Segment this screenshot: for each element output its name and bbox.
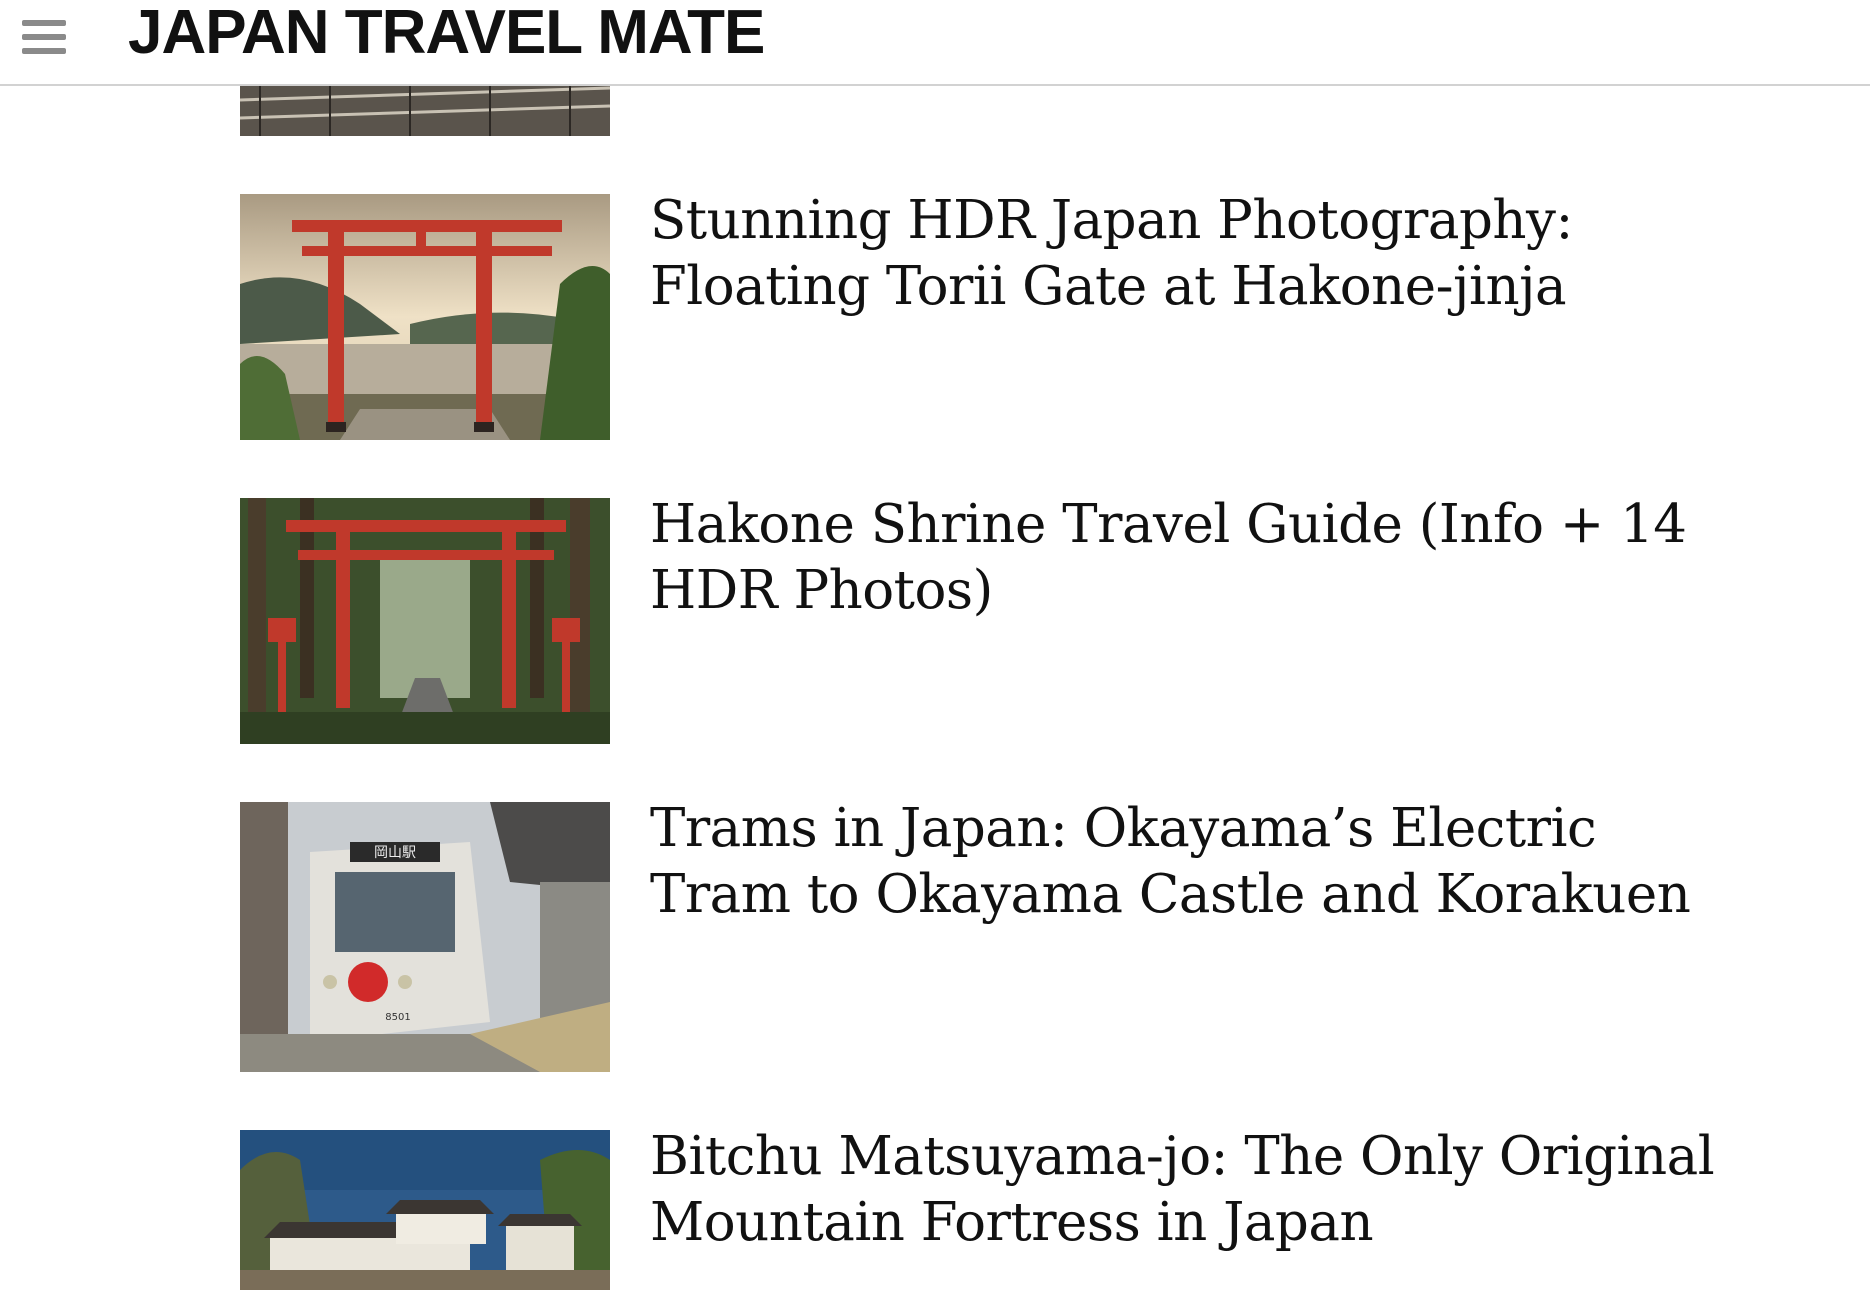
site-title[interactable]: JAPAN TRAVEL MATE [128,0,765,70]
post-thumbnail[interactable]: 岡山駅 8501 [240,802,610,1072]
post-title[interactable]: Hakone Shrine Travel Guide (Info + 14 HD… [650,492,1750,624]
tram-number: 8501 [385,1012,410,1023]
site-header: JAPAN TRAVEL MATE [0,0,1870,86]
torii-lake-photo [240,194,610,440]
post-thumbnail[interactable] [240,1130,610,1290]
tram-destination-sign: 岡山駅 [374,845,416,861]
torii-forest-photo [240,498,610,744]
tram-photo: 岡山駅 8501 [240,802,610,1072]
post-title[interactable]: Trams in Japan: Okayama’s Electric Tram … [650,796,1750,928]
post-thumbnail[interactable] [240,194,610,440]
post-title[interactable]: Bitchu Matsuyama-jo: The Only Original M… [650,1124,1750,1256]
post-thumbnail[interactable] [240,498,610,744]
castle-photo [240,1130,610,1290]
post-title[interactable]: Stunning HDR Japan Photography: Floating… [650,188,1750,320]
hamburger-menu-icon[interactable] [22,18,66,56]
